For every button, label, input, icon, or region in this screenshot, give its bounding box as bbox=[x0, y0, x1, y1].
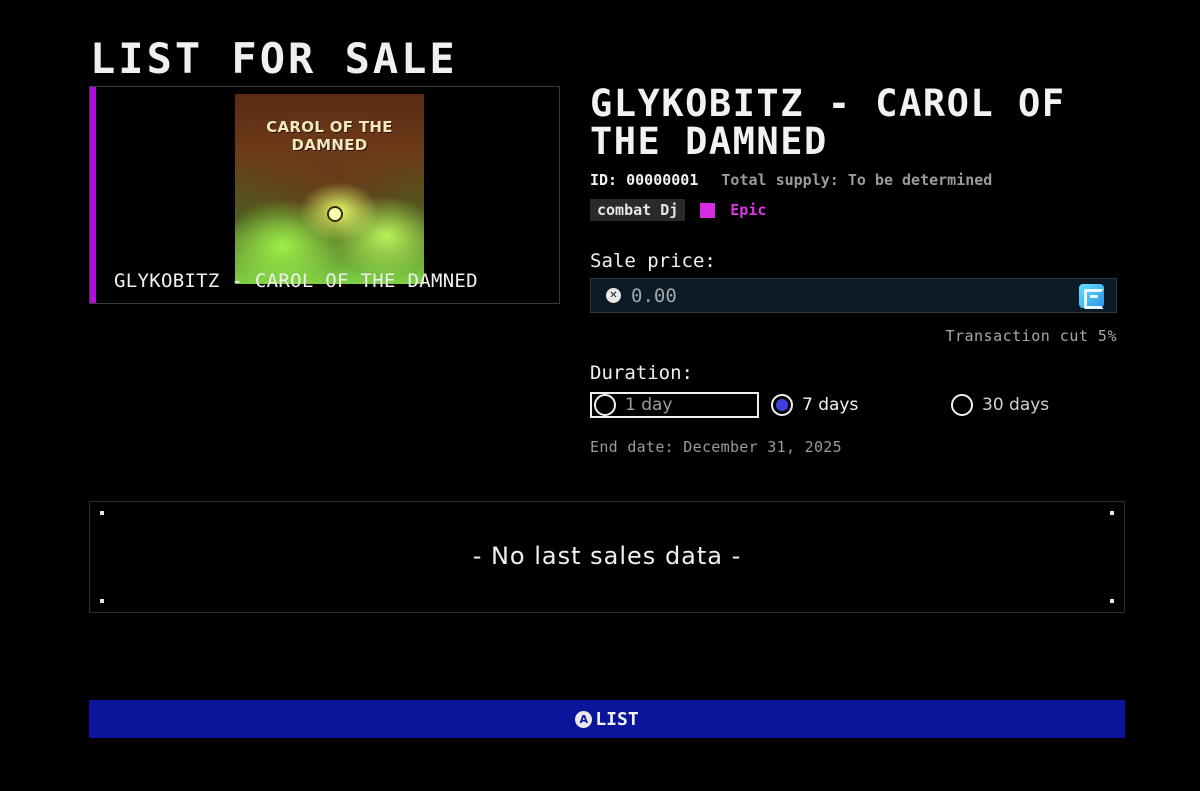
duration-option-30-days[interactable]: 30 days bbox=[951, 392, 1049, 418]
item-tags-row: combat Dj Epic bbox=[590, 199, 766, 221]
item-card[interactable]: CAROL OF THE DAMNED GLYKOBITZ - CAROL OF… bbox=[89, 86, 560, 304]
item-title: GLYKOBITZ - CAROL OF THE DAMNED bbox=[590, 82, 1066, 163]
rarity-square-icon bbox=[700, 202, 716, 218]
radio-unselected-icon[interactable] bbox=[951, 394, 973, 416]
rarity-label: Epic bbox=[730, 201, 767, 219]
list-button[interactable]: A LIST bbox=[89, 700, 1125, 738]
item-card-caption: GLYKOBITZ - CAROL OF THE DAMNED bbox=[114, 270, 478, 292]
duration-option-label: 1 day bbox=[625, 395, 673, 415]
no-sales-message: - No last sales data - bbox=[472, 542, 742, 570]
item-meta-row: ID: 00000001 Total supply: To be determi… bbox=[590, 171, 992, 189]
item-tag: combat Dj bbox=[590, 199, 686, 221]
duration-option-label: 30 days bbox=[982, 395, 1050, 415]
x-button-icon: ✕ bbox=[606, 288, 621, 303]
sale-price-input[interactable] bbox=[631, 283, 1051, 308]
duration-option-label: 7 days bbox=[802, 395, 859, 415]
radio-selected-icon[interactable] bbox=[771, 394, 793, 416]
a-button-icon: A bbox=[575, 710, 593, 728]
cover-title: CAROL OF THE DAMNED bbox=[266, 118, 393, 154]
corner-marker bbox=[100, 599, 104, 603]
transaction-cut: Transaction cut 5% bbox=[945, 327, 1117, 345]
page-title: LIST FOR SALE bbox=[90, 34, 458, 83]
duration-option-7-days[interactable]: 7 days bbox=[771, 392, 858, 418]
end-date: End date: December 31, 2025 bbox=[590, 438, 842, 456]
duration-label: Duration: bbox=[590, 362, 693, 384]
duration-option-1-day[interactable]: 1 day bbox=[590, 392, 759, 418]
corner-marker bbox=[1110, 511, 1114, 515]
rarity-bar bbox=[90, 87, 96, 303]
sale-price-label: Sale price: bbox=[590, 250, 716, 272]
last-sales-panel: - No last sales data - bbox=[89, 501, 1125, 613]
sale-price-field[interactable]: ✕ bbox=[590, 278, 1117, 313]
total-supply: Total supply: To be determined bbox=[721, 171, 993, 189]
cover-symbol bbox=[327, 206, 343, 222]
album-cover-image: CAROL OF THE DAMNED bbox=[235, 94, 424, 284]
list-button-label: LIST bbox=[595, 708, 639, 730]
currency-coin-icon bbox=[1079, 284, 1104, 309]
item-id: ID: 00000001 bbox=[590, 171, 699, 189]
corner-marker bbox=[1110, 599, 1114, 603]
corner-marker bbox=[100, 511, 104, 515]
radio-unselected-icon[interactable] bbox=[594, 394, 616, 416]
